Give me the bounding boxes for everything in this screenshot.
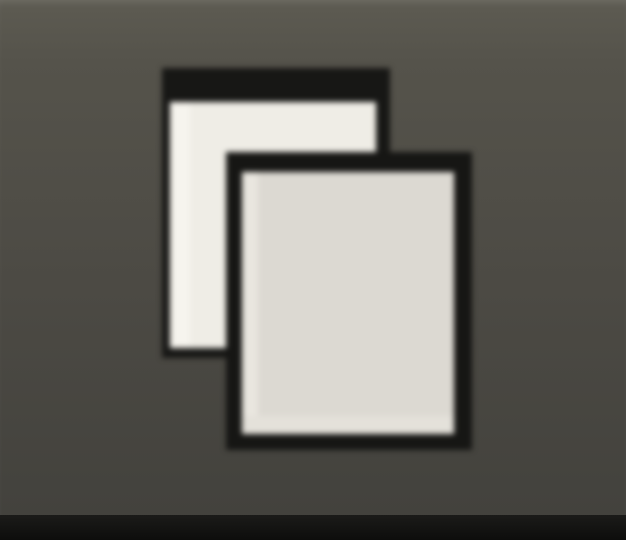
copy-icon (140, 50, 500, 470)
copy-button[interactable] (0, 0, 626, 515)
toolbar-bottom-border (0, 515, 626, 540)
